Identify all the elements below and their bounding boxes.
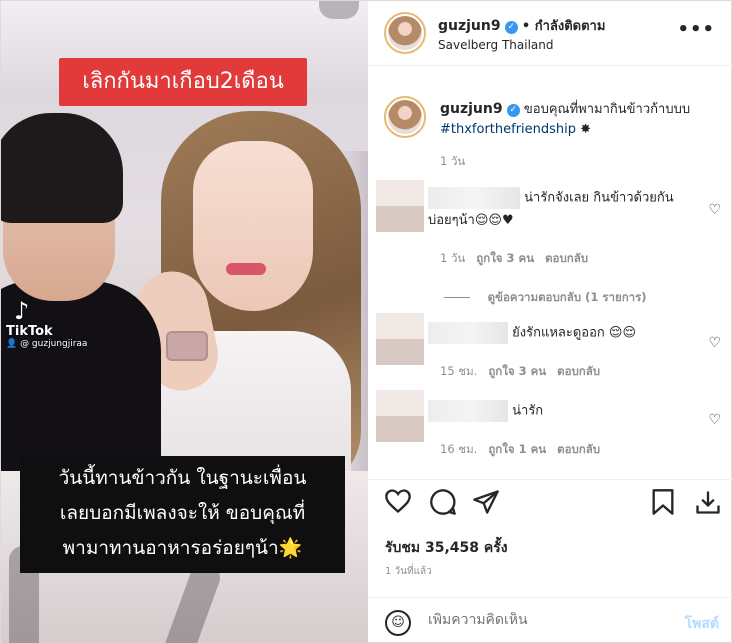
comment-likes[interactable]: ถูกใจ 1 คน xyxy=(488,442,546,456)
blurred-username[interactable] xyxy=(428,400,508,422)
more-options-icon[interactable]: ••• xyxy=(677,19,715,40)
post-header: guzjun9 ✓ • กำลังติดตาม Savelberg Thaila… xyxy=(368,1,732,66)
comment-text: ยังรักแหละดูออก 😌😌 xyxy=(512,325,637,341)
caption-emoji: ✸ xyxy=(580,122,592,137)
comment-likes[interactable]: ถูกใจ 3 คน xyxy=(488,364,546,378)
comment-time[interactable]: 15 ชม. xyxy=(440,364,477,378)
woman-face xyxy=(193,141,313,311)
comment-avatar-blurred[interactable] xyxy=(376,313,424,365)
caption-hashtag[interactable]: #thxforthefriendship xyxy=(440,122,576,137)
comment-like-heart-icon[interactable]: ♡ xyxy=(708,335,721,351)
tiktok-handle: 👤 @ guzjungjiraa xyxy=(6,339,88,349)
comment-text: บ่อยๆน้า😌😌♥ xyxy=(428,212,514,228)
reply-button[interactable]: ตอบกลับ xyxy=(557,364,600,378)
comment-likes[interactable]: ถูกใจ 3 คน xyxy=(476,251,534,265)
comments-section[interactable]: guzjun9 ✓ ขอบคุณที่พามากินข้าวก้าบบบ #th… xyxy=(368,67,732,479)
photo-caption-top: เลิกกันมาเกือบ2เดือน xyxy=(59,58,307,106)
add-comment-bar: ☺ โพสต์ xyxy=(368,597,732,643)
caption-line: วันนี้ทานข้าวกัน ในฐานะเพื่อน xyxy=(58,467,307,489)
post-photo[interactable]: เลิกกันมาเกือบ2เดือน ♪ TikTok 👤 @ guzjun… xyxy=(1,1,368,643)
photo-caption-bottom: วันนี้ทานข้าวกัน ในฐานะเพื่อน เลยบอกมีเพ… xyxy=(20,456,345,573)
verified-badge-icon: ✓ xyxy=(506,104,520,117)
woman-lips xyxy=(226,263,266,275)
instagram-post: เลิกกันมาเกือบ2เดือน ♪ TikTok 👤 @ guzjun… xyxy=(0,0,732,643)
reply-button[interactable]: ตอบกลับ xyxy=(557,442,600,456)
comment-body: น่ารักจังเลย กินข้าวด้วยกัน บ่อยๆน้า😌😌♥ xyxy=(428,187,698,232)
download-icon[interactable] xyxy=(694,488,722,516)
author-avatar[interactable] xyxy=(384,12,426,54)
view-replies-row[interactable]: ดูข้อความตอบกลับ (1 รายการ) xyxy=(444,289,647,307)
save-bookmark-icon[interactable] xyxy=(650,488,676,516)
caption-time[interactable]: 1 วัน xyxy=(440,153,465,171)
comment-like-heart-icon[interactable]: ♡ xyxy=(708,202,721,218)
author-username[interactable]: guzjun9 xyxy=(438,18,501,34)
man-hair xyxy=(1,113,123,223)
emoji-picker-icon[interactable]: ☺ xyxy=(385,610,411,636)
share-icon[interactable] xyxy=(472,488,500,516)
caption-avatar[interactable] xyxy=(384,96,426,138)
post-comment-button[interactable]: โพสต์ xyxy=(685,613,719,635)
follow-status[interactable]: • กำลังติดตาม xyxy=(522,19,606,34)
comment-avatar-blurred[interactable] xyxy=(376,180,424,232)
tiktok-label: TikTok xyxy=(6,324,53,339)
comment-avatar-blurred[interactable] xyxy=(376,390,424,442)
caption-username[interactable]: guzjun9 xyxy=(440,101,503,117)
post-location[interactable]: Savelberg Thailand xyxy=(438,38,553,52)
post-caption: guzjun9 ✓ ขอบคุณที่พามากินข้าวก้าบบบ #th… xyxy=(440,99,720,140)
comment-time[interactable]: 1 วัน xyxy=(440,251,465,265)
view-replies-link[interactable]: ดูข้อความตอบกลับ (1 รายการ) xyxy=(488,290,647,304)
blurred-username[interactable] xyxy=(428,187,520,209)
comment-time[interactable]: 16 ชม. xyxy=(440,442,477,456)
caption-text: ขอบคุณที่พามากินข้าวก้าบบบ xyxy=(523,102,691,117)
comment-input[interactable] xyxy=(428,612,648,628)
tiktok-logo-icon: ♪ xyxy=(14,297,30,325)
comment-meta: 1 วัน ถูกใจ 3 คน ตอบกลับ xyxy=(440,250,588,268)
comment-meta: 16 ชม. ถูกใจ 1 คน ตอบกลับ xyxy=(440,441,600,459)
ceiling-lamp xyxy=(319,1,359,19)
comment-body: ยังรักแหละดูออก 😌😌 xyxy=(428,322,698,345)
comment-text: น่ารัก xyxy=(512,403,544,419)
like-heart-icon[interactable] xyxy=(384,488,412,514)
comment-icon[interactable] xyxy=(429,488,457,516)
verified-badge-icon: ✓ xyxy=(504,21,518,34)
comment-meta: 15 ชม. ถูกใจ 3 คน ตอบกลับ xyxy=(440,363,600,381)
divider xyxy=(444,297,470,298)
caption-line: พามาทานอาหารอร่อยๆน้า🌟 xyxy=(62,537,303,559)
wrist-watch xyxy=(166,331,208,361)
reply-button[interactable]: ตอบกลับ xyxy=(545,251,588,265)
post-actions: รับชม 35,458 ครั้ง 1 วันที่แล้ว xyxy=(368,479,732,589)
comment-text: น่ารักจังเลย กินข้าวด้วยกัน xyxy=(524,190,674,206)
comment-like-heart-icon[interactable]: ♡ xyxy=(708,412,721,428)
comment-body: น่ารัก xyxy=(428,400,698,423)
view-count[interactable]: รับชม 35,458 ครั้ง xyxy=(385,537,508,559)
blurred-username[interactable] xyxy=(428,322,508,344)
tiktok-watermark: ♪ TikTok 👤 @ guzjungjiraa xyxy=(6,298,87,349)
post-timestamp[interactable]: 1 วันที่แล้ว xyxy=(385,564,432,579)
caption-line: เลยบอกมีเพลงจะให้ ขอบคุณที่ xyxy=(59,502,306,524)
